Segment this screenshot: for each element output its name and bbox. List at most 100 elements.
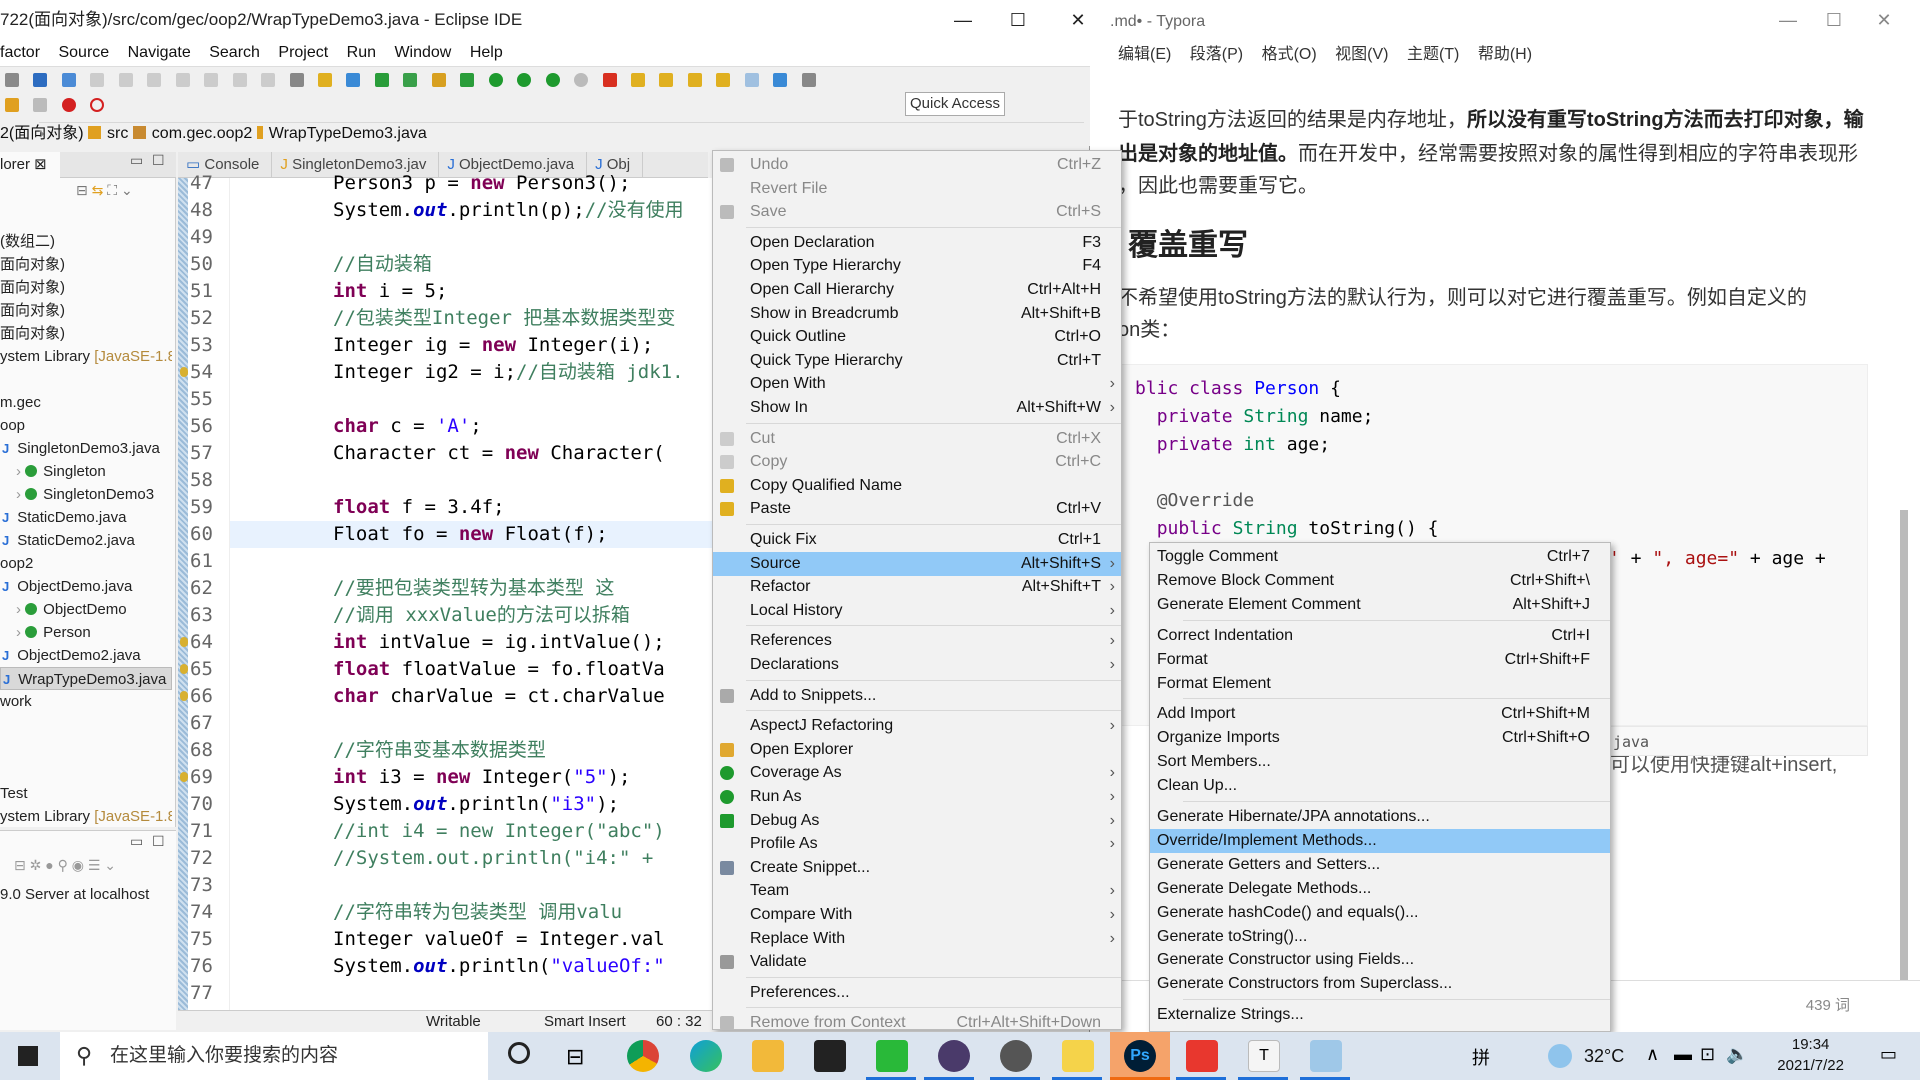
tree-item[interactable]: ystem Library [JavaSE-1.8] bbox=[0, 345, 172, 368]
menu-item-quick-fix[interactable]: Quick Fix Ctrl+1 bbox=[713, 528, 1121, 552]
store-icon[interactable] bbox=[814, 1040, 846, 1072]
menu-item-sort-members[interactable]: Sort Members... bbox=[1150, 750, 1610, 774]
code-line[interactable]: //int i4 = new Integer("abc") bbox=[333, 818, 665, 845]
open-task-icon[interactable] bbox=[431, 73, 446, 87]
breadcrumb-file[interactable]: WrapTypeDemo3.java bbox=[269, 125, 427, 142]
code-line[interactable]: Integer ig = new Integer(i); bbox=[333, 332, 653, 359]
collapse-all-icon[interactable]: ⊟ bbox=[76, 182, 88, 198]
menu-item-generate-hibernate-jpa-annotations[interactable]: Generate Hibernate/JPA annotations... bbox=[1150, 805, 1610, 829]
tree-item[interactable]: 面向对象) bbox=[0, 322, 172, 345]
start-button[interactable] bbox=[18, 1046, 38, 1066]
resume-icon[interactable] bbox=[90, 73, 105, 87]
menu-search[interactable]: Search bbox=[209, 44, 260, 61]
typora-close-button[interactable]: ✕ bbox=[1856, 0, 1912, 40]
redhat-icon[interactable] bbox=[61, 98, 76, 112]
tree-item[interactable]: oop bbox=[0, 414, 172, 437]
minimize-view-icon[interactable]: ▭ bbox=[130, 152, 143, 169]
menu-item-debug-as[interactable]: Debug As › bbox=[713, 809, 1121, 833]
menu-item-open-call-hierarchy[interactable]: Open Call Hierarchy Ctrl+Alt+H bbox=[713, 278, 1121, 302]
code-line[interactable]: //自动装箱 bbox=[333, 251, 432, 278]
weather-temperature[interactable]: 32°C bbox=[1584, 1032, 1624, 1080]
menu-item-generate-element-comment[interactable]: Generate Element Comment Alt+Shift+J bbox=[1150, 593, 1610, 617]
menu-item-undo[interactable]: Undo Ctrl+Z bbox=[713, 153, 1121, 177]
menu-item-profile-as[interactable]: Profile As › bbox=[713, 832, 1121, 856]
tree-item[interactable]: J StaticDemo.java bbox=[0, 506, 172, 529]
coverage-icon[interactable] bbox=[517, 73, 532, 87]
tree-item[interactable]: › ObjectDemo bbox=[0, 598, 172, 621]
menu-item-generate-tostring[interactable]: Generate toString()... bbox=[1150, 925, 1610, 949]
warning-lightbulb-icon[interactable] bbox=[180, 772, 188, 782]
menu-run[interactable]: Run bbox=[347, 44, 376, 61]
tree-item[interactable]: 面向对象) bbox=[0, 276, 172, 299]
code-line[interactable]: System.out.println("valueOf:" bbox=[333, 953, 665, 980]
skip-breakpoints-icon[interactable] bbox=[61, 73, 76, 87]
disconnect-icon[interactable] bbox=[175, 73, 190, 87]
sync-icon[interactable] bbox=[90, 98, 105, 112]
menu-item-format[interactable]: Format Ctrl+Shift+F bbox=[1150, 648, 1610, 672]
code-line[interactable]: Integer valueOf = Integer.val bbox=[333, 926, 665, 953]
code-line[interactable]: Float fo = new Float(f); bbox=[230, 521, 712, 548]
menu-item-revert-file[interactable]: Revert File bbox=[713, 177, 1121, 201]
menu-item-generate-constructors-from-superclass[interactable]: Generate Constructors from Superclass... bbox=[1150, 972, 1610, 996]
forward-arrow-icon[interactable] bbox=[33, 98, 48, 112]
word-wrap-icon[interactable] bbox=[773, 73, 788, 87]
server-icon[interactable] bbox=[574, 73, 589, 87]
step-return-icon[interactable] bbox=[261, 73, 276, 87]
warning-lightbulb-icon[interactable] bbox=[180, 664, 188, 674]
expand-chevron-icon[interactable]: › bbox=[16, 486, 25, 503]
menu-item-correct-indentation[interactable]: Correct Indentation Ctrl+I bbox=[1150, 624, 1610, 648]
tree-item[interactable]: work bbox=[0, 690, 172, 713]
menu-help[interactable]: Help bbox=[470, 44, 503, 61]
menu-item-local-history[interactable]: Local History › bbox=[713, 599, 1121, 623]
debug-icon[interactable] bbox=[460, 73, 475, 87]
menu-window[interactable]: Window bbox=[394, 44, 451, 61]
file-explorer-icon[interactable] bbox=[752, 1040, 784, 1072]
volume-icon[interactable]: 🔈 bbox=[1726, 1044, 1748, 1065]
menu-item-show-in-breadcrumb[interactable]: Show in Breadcrumb Alt+Shift+B bbox=[713, 302, 1121, 326]
menu-item-override-implement-methods[interactable]: Override/Implement Methods... bbox=[1150, 828, 1610, 853]
maximize-view-icon[interactable]: ☐ bbox=[152, 152, 165, 169]
menu-item-show-in[interactable]: Show In Alt+Shift+W › bbox=[713, 396, 1121, 420]
app-icon[interactable] bbox=[1310, 1040, 1342, 1072]
typora-menu-format[interactable]: 格式(O) bbox=[1262, 46, 1317, 63]
menu-item-aspectj-refactoring[interactable]: AspectJ Refactoring › bbox=[713, 714, 1121, 738]
menu-item-copy[interactable]: Copy Ctrl+C bbox=[713, 450, 1121, 474]
expand-chevron-icon[interactable]: › bbox=[16, 463, 25, 480]
terminate-icon[interactable] bbox=[147, 73, 162, 87]
menu-item-add-import[interactable]: Add Import Ctrl+Shift+M bbox=[1150, 702, 1610, 726]
show-whitespace-icon[interactable] bbox=[801, 73, 816, 87]
maximize-view-icon[interactable]: ☐ bbox=[152, 833, 165, 850]
wechat-icon[interactable] bbox=[876, 1040, 908, 1072]
menu-navigate[interactable]: Navigate bbox=[128, 44, 191, 61]
typora-menu-view[interactable]: 视图(V) bbox=[1335, 46, 1388, 63]
notifications-icon[interactable]: ▭ bbox=[1880, 1044, 1897, 1065]
code-line[interactable]: Integer ig2 = i;//自动装箱 jdk1. bbox=[333, 359, 684, 386]
expand-chevron-icon[interactable]: › bbox=[16, 601, 25, 618]
menu-item-organize-imports[interactable]: Organize Imports Ctrl+Shift+O bbox=[1150, 726, 1610, 750]
clock[interactable]: 19:34 2021/7/22 bbox=[1777, 1034, 1844, 1076]
menu-project[interactable]: Project bbox=[278, 44, 328, 61]
tree-item[interactable]: › Person bbox=[0, 621, 172, 644]
suspend-icon[interactable] bbox=[118, 73, 133, 87]
code-line[interactable]: char c = 'A'; bbox=[333, 413, 482, 440]
code-editor[interactable]: 47 Person3 p = new Person3(); 48 System.out… bbox=[178, 172, 712, 1010]
wps-icon[interactable] bbox=[1186, 1040, 1218, 1072]
code-line[interactable]: int intValue = ig.intValue(); bbox=[333, 629, 665, 656]
menu-item-preferences[interactable]: Preferences... bbox=[713, 981, 1121, 1005]
menu-item-open-type-hierarchy[interactable]: Open Type Hierarchy F4 bbox=[713, 254, 1121, 278]
focus-icon[interactable]: ⛶ bbox=[107, 182, 117, 198]
typora-menu-help[interactable]: 帮助(H) bbox=[1478, 46, 1532, 63]
menu-item-create-snippet[interactable]: Create Snippet... bbox=[713, 856, 1121, 880]
menu-item-quick-outline[interactable]: Quick Outline Ctrl+O bbox=[713, 325, 1121, 349]
menu-item-format-element[interactable]: Format Element bbox=[1150, 672, 1610, 696]
menu-item-clean-up[interactable]: Clean Up... bbox=[1150, 774, 1610, 798]
menu-item-validate[interactable]: Validate bbox=[713, 950, 1121, 974]
use-step-filters-icon[interactable] bbox=[317, 73, 332, 87]
warning-lightbulb-icon[interactable] bbox=[180, 637, 188, 647]
code-line[interactable]: System.out.println("i3"); bbox=[333, 791, 619, 818]
mark-occurrences-icon[interactable] bbox=[744, 73, 759, 87]
code-line[interactable]: char charValue = ct.charValue bbox=[333, 683, 665, 710]
menu-item-references[interactable]: References › bbox=[713, 629, 1121, 653]
code-line[interactable]: int i = 5; bbox=[333, 278, 447, 305]
menu-source[interactable]: Source bbox=[58, 44, 109, 61]
